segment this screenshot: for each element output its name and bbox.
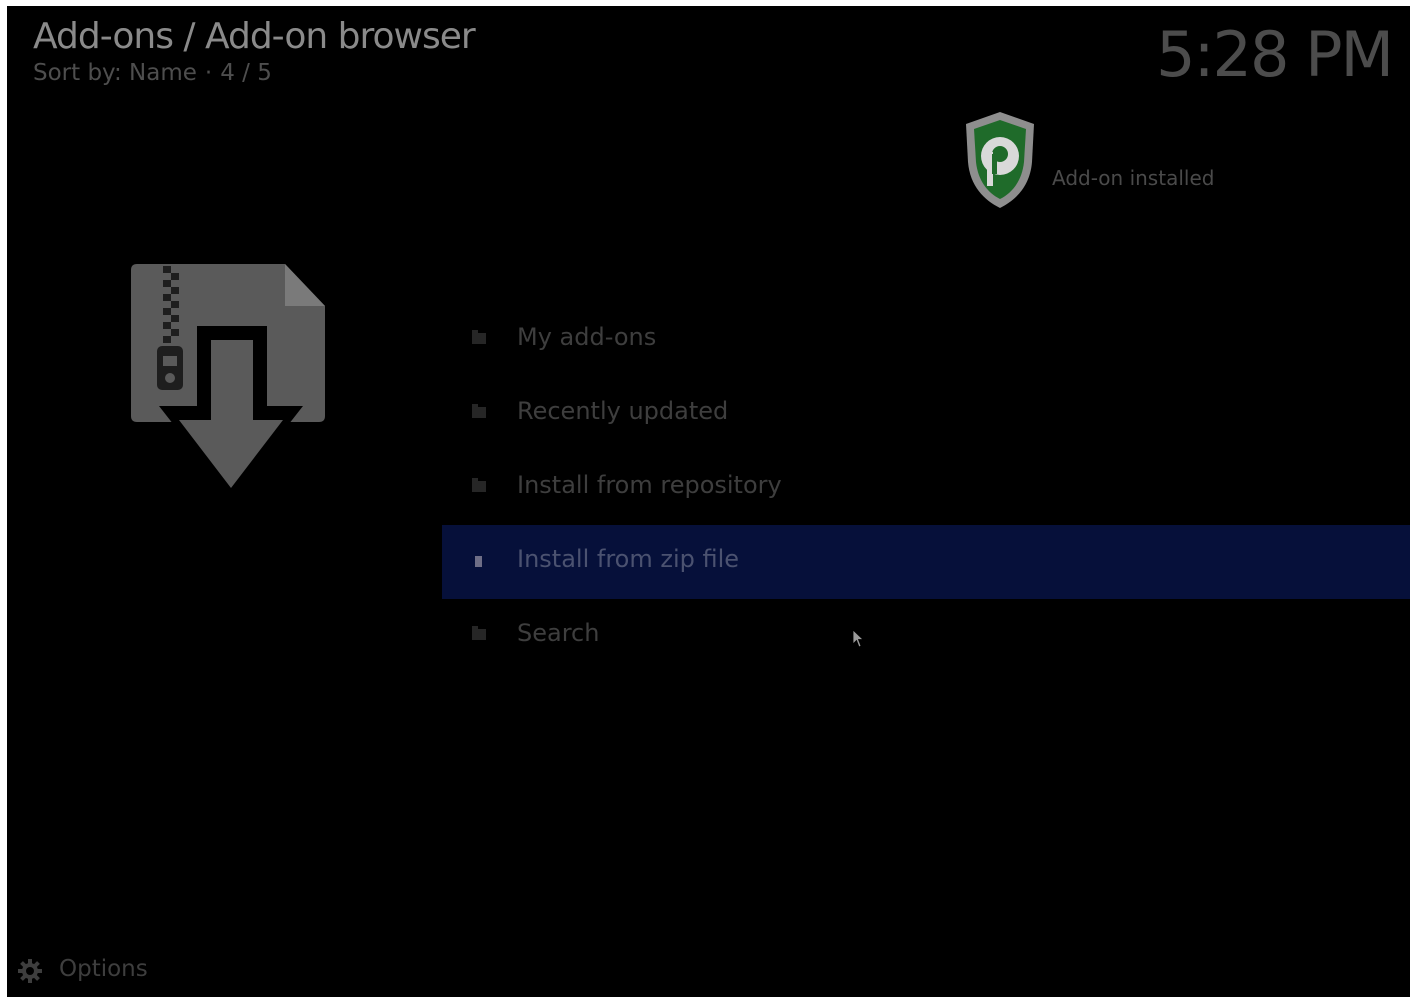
sort-info: Sort by: Name · 4 / 5 [33, 60, 272, 86]
folder-icon [472, 330, 486, 344]
clock: 5:28 PM [1156, 18, 1394, 91]
purevpn-shield-icon [966, 112, 1034, 208]
folder-icon [472, 404, 486, 418]
menu-item-install-from-repository[interactable]: Install from repository [442, 451, 1410, 525]
page-title: Add-ons / Add-on browser [33, 16, 476, 57]
addon-browser-screen: Add-ons / Add-on browser Sort by: Name · 4… [7, 6, 1410, 997]
menu-item-my-addons[interactable]: My add-ons [442, 303, 1410, 377]
menu-item-label: Search [517, 619, 600, 647]
menu-item-label: Recently updated [517, 397, 729, 425]
options-label: Options [59, 956, 148, 982]
notification-text: Add-on installed [1052, 166, 1215, 190]
addon-menu: My add-ons Recently updated Install from… [442, 303, 1410, 673]
gear-icon [18, 959, 42, 983]
zip-install-icon [131, 264, 325, 498]
menu-item-search[interactable]: Search [442, 599, 1410, 673]
menu-item-recently-updated[interactable]: Recently updated [442, 377, 1410, 451]
folder-icon [472, 478, 486, 492]
mouse-cursor-icon [852, 629, 865, 648]
menu-item-label: Install from zip file [517, 545, 740, 573]
sort-separator: · [204, 60, 213, 86]
folder-icon [475, 556, 482, 567]
menu-item-install-from-zip[interactable]: Install from zip file [442, 525, 1410, 599]
item-position: 4 / 5 [220, 60, 272, 86]
menu-item-label: Install from repository [517, 471, 782, 499]
menu-item-label: My add-ons [517, 323, 657, 351]
sort-label[interactable]: Sort by: Name [33, 60, 197, 86]
folder-icon [472, 626, 486, 640]
addon-installed-notification: Add-on installed [964, 110, 1284, 220]
